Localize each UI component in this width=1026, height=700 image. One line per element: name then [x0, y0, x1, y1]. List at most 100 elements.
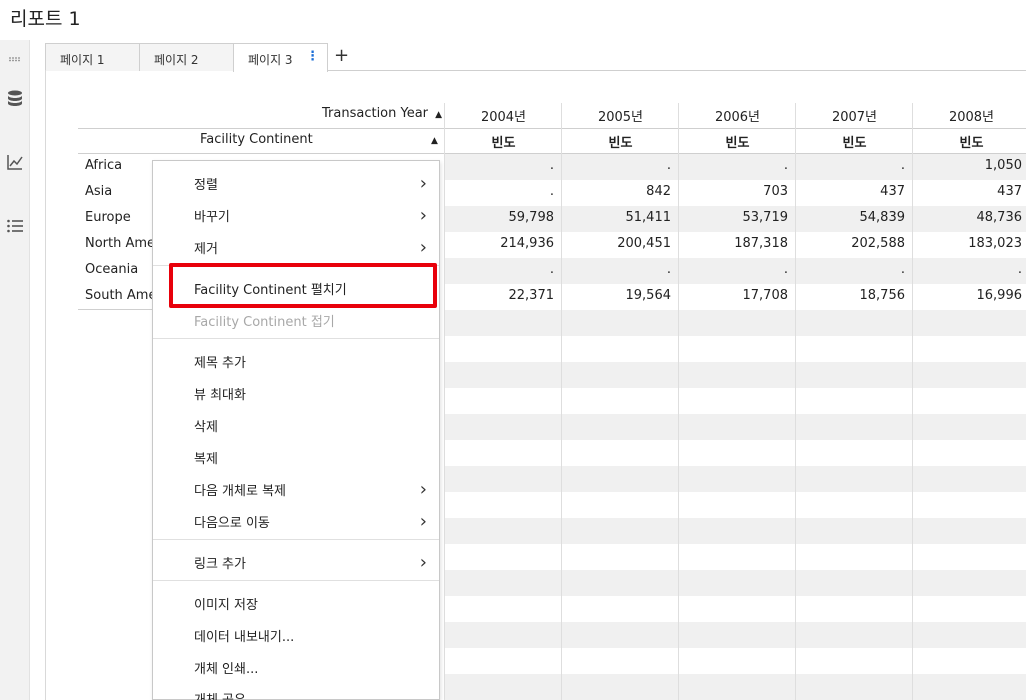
- table-cell[interactable]: 16,996: [922, 288, 1023, 303]
- measure-header: 빈도: [959, 136, 984, 151]
- table-cell[interactable]: .: [688, 158, 788, 173]
- row-band: [445, 362, 1026, 388]
- table-cell[interactable]: 214,936: [454, 236, 554, 251]
- year-header[interactable]: 2007년: [796, 106, 913, 125]
- row-dimension-header[interactable]: Facility Continent: [200, 132, 313, 147]
- measure-header: 빈도: [608, 136, 633, 151]
- table-cell[interactable]: 19,564: [571, 288, 672, 303]
- chevron-right-icon: ›: [419, 205, 427, 226]
- table-cell[interactable]: 22,371: [454, 288, 555, 303]
- row-label[interactable]: Europe: [85, 210, 131, 225]
- row-band: [445, 518, 1026, 544]
- table-cell[interactable]: .: [805, 158, 905, 173]
- measure-header: 빈도: [491, 136, 516, 151]
- sort-ascending-icon[interactable]: ▲: [431, 136, 438, 146]
- side-rail: [0, 40, 30, 700]
- table-cell[interactable]: 437: [805, 184, 905, 199]
- chevron-right-icon: ›: [419, 173, 427, 194]
- table-cell[interactable]: .: [805, 262, 905, 277]
- chevron-right-icon: ›: [419, 479, 427, 500]
- chevron-right-icon: ›: [419, 511, 427, 532]
- table-cell[interactable]: 200,451: [571, 236, 671, 251]
- menu-item-move-to[interactable]: 다음으로 이동: [194, 512, 270, 531]
- table-cell[interactable]: 187,318: [688, 236, 788, 251]
- table-cell[interactable]: 53,719: [688, 210, 789, 225]
- menu-item-maximize-view[interactable]: 뷰 최대화: [194, 384, 246, 403]
- chevron-right-icon: ›: [419, 552, 427, 573]
- column-dimension-header[interactable]: Transaction Year ▲: [322, 106, 442, 121]
- menu-item-remove[interactable]: 제거: [194, 238, 218, 257]
- table-cell[interactable]: 51,411: [571, 210, 672, 225]
- table-cell[interactable]: 183,023: [922, 236, 1022, 251]
- header-divider: [78, 128, 1026, 129]
- column-divider: [444, 103, 445, 700]
- table-cell[interactable]: .: [571, 158, 671, 173]
- table-cell[interactable]: 17,708: [688, 288, 789, 303]
- table-cell[interactable]: 48,736: [922, 210, 1023, 225]
- year-header[interactable]: 2004년: [445, 106, 562, 125]
- table-cell[interactable]: 842: [571, 184, 671, 199]
- row-band: [445, 570, 1026, 596]
- context-menu: 정렬 › 바꾸기 › 제거 › Facility Continent 펼치기 F…: [152, 160, 440, 700]
- table-cell[interactable]: .: [571, 262, 671, 277]
- table-cell[interactable]: 1,050: [922, 158, 1022, 173]
- menu-item-print-object[interactable]: 개체 인쇄...: [194, 658, 258, 677]
- row-band: [445, 310, 1026, 336]
- table-cell[interactable]: 703: [688, 184, 788, 199]
- tab-page-1[interactable]: 페이지 1: [45, 43, 140, 71]
- add-tab-button[interactable]: +: [334, 45, 349, 66]
- tab-label: 페이지 1: [60, 53, 105, 67]
- table-cell[interactable]: 437: [922, 184, 1022, 199]
- table-cell[interactable]: 202,588: [805, 236, 905, 251]
- menu-item-save-image[interactable]: 이미지 저장: [194, 594, 258, 613]
- row-label[interactable]: Africa: [85, 158, 122, 173]
- measure-header: 빈도: [725, 136, 750, 151]
- menu-item-sort[interactable]: 정렬: [194, 174, 218, 193]
- tab-menu-icon[interactable]: ⋮: [306, 49, 319, 64]
- row-divider: [78, 309, 152, 310]
- column-divider: [912, 103, 913, 700]
- table-cell[interactable]: 59,798: [454, 210, 555, 225]
- menu-item-duplicate-as[interactable]: 다음 개체로 복제: [194, 480, 286, 499]
- year-header[interactable]: 2005년: [562, 106, 679, 125]
- row-band: [445, 622, 1026, 648]
- menu-separator: [153, 580, 439, 581]
- table-cell[interactable]: .: [454, 262, 554, 277]
- database-icon[interactable]: [6, 90, 24, 108]
- sort-ascending-icon: ▲: [435, 110, 443, 120]
- row-band: [445, 674, 1026, 700]
- table-cell[interactable]: .: [922, 262, 1022, 277]
- table-cell[interactable]: .: [454, 184, 554, 199]
- row-band: [445, 414, 1026, 440]
- tab-label: 페이지 3: [248, 53, 293, 67]
- year-header[interactable]: 2006년: [679, 106, 796, 125]
- tab-page-2[interactable]: 페이지 2: [139, 43, 234, 71]
- menu-item-export-data[interactable]: 데이터 내보내기...: [194, 626, 294, 645]
- row-band: [445, 466, 1026, 492]
- row-label[interactable]: Asia: [85, 184, 112, 199]
- chevron-right-icon: ›: [419, 237, 427, 258]
- chart-line-icon[interactable]: [6, 153, 24, 171]
- table-cell[interactable]: 18,756: [805, 288, 906, 303]
- report-title: 리포트 1: [10, 8, 81, 30]
- menu-item-replace[interactable]: 바꾸기: [194, 206, 230, 225]
- menu-item-delete[interactable]: 삭제: [194, 416, 218, 435]
- menu-item-add-link[interactable]: 링크 추가: [194, 553, 246, 572]
- menu-item-share-object[interactable]: 개체 공유: [194, 689, 246, 700]
- menu-item-add-title[interactable]: 제목 추가: [194, 352, 246, 371]
- table-cell[interactable]: .: [454, 158, 554, 173]
- table-cell[interactable]: .: [688, 262, 788, 277]
- tab-label: 페이지 2: [154, 53, 199, 67]
- measure-header: 빈도: [842, 136, 867, 151]
- tab-page-3[interactable]: 페이지 3 ⋮: [233, 43, 328, 72]
- row-label[interactable]: Oceania: [85, 262, 138, 277]
- list-icon[interactable]: [6, 217, 24, 235]
- table-cell[interactable]: 54,839: [805, 210, 906, 225]
- menu-item-duplicate[interactable]: 복제: [194, 448, 218, 467]
- year-header[interactable]: 2008년: [913, 106, 1026, 125]
- grip-icon[interactable]: [6, 50, 24, 68]
- column-divider: [561, 103, 562, 700]
- menu-separator: [153, 539, 439, 540]
- menu-item-collapse: Facility Continent 접기: [194, 315, 335, 330]
- highlight-annotation: [169, 263, 437, 308]
